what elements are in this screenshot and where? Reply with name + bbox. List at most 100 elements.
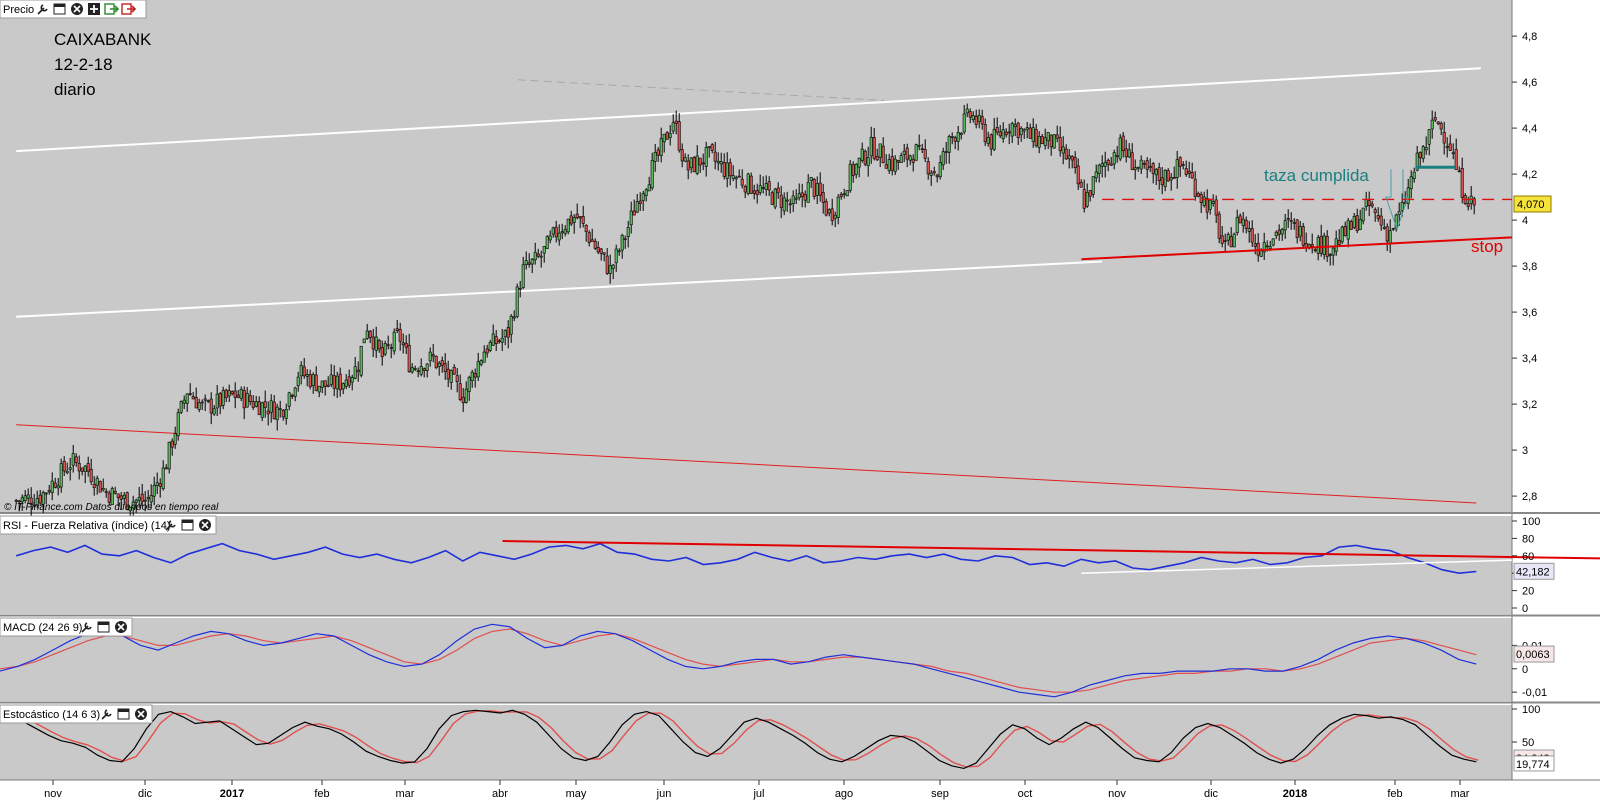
candle-body: [491, 333, 495, 346]
candle-body: [1163, 169, 1167, 187]
add-icon[interactable]: [88, 3, 100, 15]
candle-body: [236, 394, 240, 398]
candle-body: [728, 162, 732, 177]
candle-body: [1409, 176, 1413, 190]
candle-body: [1004, 131, 1008, 136]
candle-body: [716, 160, 720, 164]
candle-body: [506, 327, 510, 338]
candle-body: [677, 121, 681, 151]
candle-body: [794, 197, 798, 200]
candle-body: [854, 163, 858, 175]
candle-body: [602, 252, 606, 255]
candle-body: [1205, 198, 1209, 213]
close-icon[interactable]: [199, 519, 211, 531]
candle-body: [77, 463, 81, 472]
candle-body: [476, 361, 480, 378]
candle-body: [509, 315, 513, 335]
candle-body: [89, 468, 93, 483]
candle-body: [914, 144, 918, 161]
price-y-tick-label: 4,6: [1522, 77, 1537, 89]
candle-body: [416, 370, 420, 373]
candle-body: [1070, 156, 1074, 161]
candle-body: [1157, 167, 1161, 182]
candle-body: [821, 192, 825, 203]
candle-body: [326, 384, 330, 387]
candle-body: [665, 132, 669, 140]
candle-body: [812, 178, 816, 197]
candle-body: [524, 260, 528, 266]
candle-body: [347, 376, 351, 386]
candle-body: [1457, 170, 1461, 173]
candle-body: [212, 408, 216, 415]
candle-body: [644, 189, 648, 196]
candle-body: [632, 210, 636, 216]
candle-body: [620, 234, 624, 251]
candle-body: [119, 495, 123, 500]
candle-body: [1301, 226, 1305, 246]
close-icon[interactable]: [135, 708, 147, 720]
candle-body: [1382, 227, 1386, 229]
candle-body: [305, 374, 309, 377]
candle-body: [1013, 124, 1017, 128]
candle-body: [953, 137, 957, 142]
candle-body: [1151, 163, 1155, 174]
candle-body: [1172, 177, 1176, 179]
candle-body: [707, 146, 711, 149]
candle-body: [776, 187, 780, 194]
candle-body: [935, 174, 939, 178]
candle-body: [1268, 246, 1272, 249]
price-y-tick-label: 3: [1522, 445, 1528, 457]
candle-body: [182, 399, 186, 404]
candle-body: [959, 133, 963, 135]
candle-body: [827, 209, 831, 214]
candle-body: [635, 201, 639, 213]
candle-body: [1136, 166, 1140, 169]
candle-body: [878, 143, 882, 158]
candle-body: [488, 342, 492, 351]
candle-body: [1223, 240, 1227, 242]
candle-body: [50, 480, 54, 493]
candle-body: [734, 177, 738, 180]
candle-body: [962, 113, 966, 133]
candle-body: [329, 374, 333, 385]
candle-body: [83, 465, 87, 472]
candle-body: [1064, 148, 1068, 160]
candle-body: [1271, 238, 1275, 246]
window-icon[interactable]: [97, 621, 110, 633]
candle-body: [158, 483, 162, 487]
candle-body: [527, 262, 531, 265]
price-panel-header: Precio: [0, 0, 147, 19]
candle-body: [215, 393, 219, 409]
candle-body: [842, 193, 846, 196]
price-y-tick-label: 4,2: [1522, 169, 1537, 181]
candle-body: [725, 162, 729, 179]
close-icon[interactable]: [71, 3, 83, 15]
candle-body: [1100, 163, 1104, 167]
candle-body: [572, 217, 576, 223]
technical-chart: 4,8 4,6 4,4 4,2 4 3,8 3,6 3,4 3,2 3 2,8 nov dic 2017 f…: [0, 0, 1600, 803]
window-bar: [98, 622, 109, 625]
close-icon[interactable]: [115, 621, 127, 633]
candle-body: [659, 138, 663, 156]
x-tick-label: dic: [1204, 788, 1219, 800]
window-icon[interactable]: [117, 708, 130, 720]
candle-body: [701, 162, 705, 165]
rsi-y-tick-label: 100: [1522, 516, 1540, 528]
x-tick-label: sep: [931, 788, 949, 800]
window-icon[interactable]: [53, 3, 66, 15]
candle-body: [248, 395, 252, 403]
candle-body: [1454, 149, 1458, 170]
candle-body: [569, 215, 573, 225]
candle-body: [59, 463, 63, 488]
candle-body: [293, 387, 297, 397]
candle-body: [314, 374, 318, 391]
candle-body: [1388, 230, 1392, 244]
candle-body: [1043, 137, 1047, 146]
window-icon[interactable]: [181, 519, 194, 531]
candle-body: [281, 410, 285, 418]
x-tick-label: mar: [396, 788, 415, 800]
candle-body: [449, 370, 453, 383]
x-tick-label: abr: [492, 788, 508, 800]
candle-body: [1433, 117, 1437, 121]
candle-body: [1196, 193, 1200, 197]
